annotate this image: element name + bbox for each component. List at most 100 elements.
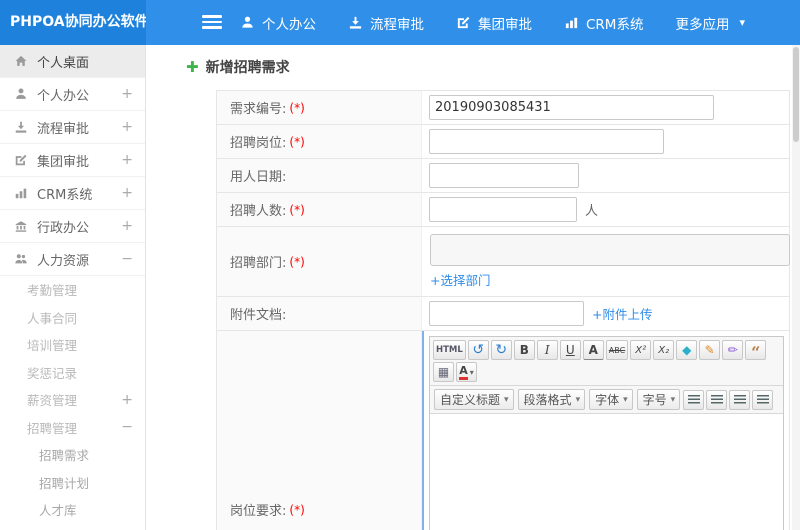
heading-select[interactable]: 自定义标题 ▾ xyxy=(434,389,514,410)
page-title: ✚ 新增招聘需求 xyxy=(186,58,290,76)
caret-down-icon: ▾ xyxy=(739,16,745,29)
scrollbar-thumb[interactable] xyxy=(793,47,799,142)
sidebar-item-recruitment[interactable]: 招聘管理 − xyxy=(0,414,145,442)
nav-more-apps[interactable]: 更多应用 ▾ xyxy=(675,13,745,33)
nav-label: CRM系统 xyxy=(586,16,644,33)
hr-submenu: 考勤管理 人事合同 培训管理 奖惩记录 薪资管理 + 招聘管理 − xyxy=(0,276,145,441)
align-right-button[interactable] xyxy=(729,389,751,410)
font-button[interactable]: A xyxy=(582,340,604,360)
hire-date-input[interactable] xyxy=(429,163,579,188)
sidebar-item-label: 个人办公 xyxy=(37,88,90,104)
table-button[interactable]: ▦ xyxy=(433,362,454,382)
sidebar-item-attendance[interactable]: 考勤管理 xyxy=(0,276,145,304)
nav-personal-office[interactable]: 个人办公 xyxy=(240,13,316,33)
font-family-select[interactable]: 字体 ▾ xyxy=(589,389,633,410)
collapse-toggle[interactable]: − xyxy=(121,419,133,435)
headcount-input[interactable] xyxy=(429,197,577,222)
required-marker: (*) xyxy=(289,502,305,517)
sidebar-item-group-approval[interactable]: 集团审批 + xyxy=(0,144,145,177)
field-label: 用人日期: xyxy=(217,159,422,192)
superscript-button[interactable]: X² xyxy=(630,340,652,360)
sidebar-item-talent-pool[interactable]: 人才库 xyxy=(0,496,145,524)
font-color-button[interactable]: A ▾ xyxy=(456,362,477,382)
rich-text-editor: HTML ↺ ↻ B I U A ABC X² X₂ ◆ ✎ ✏ “ ▦ A ▾… xyxy=(429,336,784,530)
position-input[interactable] xyxy=(429,129,664,154)
chart-icon xyxy=(15,188,27,199)
sidebar-item-desktop[interactable]: 个人桌面 xyxy=(0,45,145,78)
hamburger-icon xyxy=(202,15,222,18)
redo-button[interactable]: ↻ xyxy=(490,340,512,360)
expand-toggle[interactable]: + xyxy=(121,119,133,135)
sidebar-item-recruit-demand[interactable]: 招聘需求 xyxy=(0,441,145,469)
expand-toggle[interactable]: + xyxy=(121,392,133,408)
department-box[interactable] xyxy=(430,234,790,266)
nav-group-approval[interactable]: 集团审批 xyxy=(456,13,532,33)
font-size-select[interactable]: 字号 ▾ xyxy=(636,389,681,410)
attachment-input[interactable] xyxy=(429,301,584,326)
highlight-pen-button[interactable]: ✏ xyxy=(722,340,744,360)
required-marker: (*) xyxy=(289,100,305,115)
sidebar-item-training[interactable]: 培训管理 xyxy=(0,331,145,359)
field-label: 需求编号: (*) xyxy=(217,91,422,124)
required-marker: (*) xyxy=(289,202,305,217)
required-marker: (*) xyxy=(289,134,305,149)
table-icon: ▦ xyxy=(437,365,450,379)
vertical-scrollbar[interactable] xyxy=(792,45,800,530)
sidebar-item-admin-office[interactable]: 行政办公 + xyxy=(0,210,145,243)
select-department-link[interactable]: +选择部门 xyxy=(430,270,490,289)
attachment-upload-link[interactable]: +附件上传 xyxy=(592,304,652,323)
eraser-button[interactable]: ◆ xyxy=(676,340,698,360)
bold-button[interactable]: B xyxy=(513,340,535,360)
align-justify-icon xyxy=(756,394,769,405)
nav-label: 流程审批 xyxy=(370,16,424,33)
field-label: 招聘人数: (*) xyxy=(217,193,422,226)
nav-workflow-approval[interactable]: 流程审批 xyxy=(348,13,424,33)
chart-icon xyxy=(565,17,578,29)
person-icon xyxy=(242,16,253,28)
sidebar-item-crm[interactable]: CRM系统 + xyxy=(0,177,145,210)
sidebar-item-personal-office[interactable]: 个人办公 + xyxy=(0,78,145,111)
sidebar-item-personnel-contract[interactable]: 人事合同 xyxy=(0,304,145,332)
underline-button[interactable]: U xyxy=(559,340,581,360)
expand-toggle[interactable]: + xyxy=(121,86,133,102)
expand-toggle[interactable]: + xyxy=(121,218,133,234)
sidebar-item-label: 集团审批 xyxy=(37,154,90,170)
app-logo: PHPOA协同办公软件 xyxy=(0,0,146,45)
edit-icon xyxy=(15,154,27,166)
format-brush-button[interactable]: ✎ xyxy=(699,340,721,360)
align-center-button[interactable] xyxy=(706,389,728,410)
form-row-requirements: 岗位要求: (*) HTML ↺ ↻ B I U A ABC X² X₂ ◆ ✎… xyxy=(217,331,789,530)
align-justify-button[interactable] xyxy=(752,389,774,410)
sidebar-item-recruit-plan[interactable]: 招聘计划 xyxy=(0,469,145,497)
sidebar-item-salary[interactable]: 薪资管理 + xyxy=(0,386,145,414)
expand-toggle[interactable]: + xyxy=(121,152,133,168)
sidebar-item-rewards[interactable]: 奖惩记录 xyxy=(0,359,145,387)
demand-no-input[interactable] xyxy=(429,95,714,120)
menu-toggle-button[interactable] xyxy=(202,15,222,31)
person-icon xyxy=(16,88,26,99)
sidebar-item-hr[interactable]: 人力资源 − xyxy=(0,243,145,276)
paragraph-format-select[interactable]: 段落格式 ▾ xyxy=(517,389,586,410)
form-row-position: 招聘岗位: (*) xyxy=(217,125,789,159)
editor-content[interactable] xyxy=(430,414,783,530)
sidebar-item-workflow-approval[interactable]: 流程审批 + xyxy=(0,111,145,144)
sidebar-item-label: 行政办公 xyxy=(37,220,90,236)
align-left-button[interactable] xyxy=(683,389,705,410)
blockquote-button[interactable]: “ xyxy=(745,340,767,361)
nav-crm[interactable]: CRM系统 xyxy=(564,13,643,33)
html-source-button[interactable]: HTML xyxy=(433,340,466,360)
caret-down-icon: ▾ xyxy=(575,394,581,405)
undo-button[interactable]: ↺ xyxy=(467,340,489,360)
expand-toggle[interactable]: + xyxy=(121,185,133,201)
nav-label: 个人办公 xyxy=(262,16,316,33)
collapse-toggle[interactable]: − xyxy=(121,251,133,267)
subscript-button[interactable]: X₂ xyxy=(653,340,675,360)
sidebar-item-label: 人力资源 xyxy=(37,253,90,269)
strikethrough-button[interactable]: ABC xyxy=(605,340,629,360)
editor-toolbar-row2: 自定义标题 ▾ 段落格式 ▾ 字体 ▾ 字号 ▾ xyxy=(430,386,783,414)
field-label: 岗位要求: (*) xyxy=(217,331,422,530)
italic-button[interactable]: I xyxy=(536,340,558,360)
caret-down-icon: ▾ xyxy=(670,394,676,405)
nav-label: 集团审批 xyxy=(478,16,532,33)
pen-icon: ✏ xyxy=(727,343,738,357)
